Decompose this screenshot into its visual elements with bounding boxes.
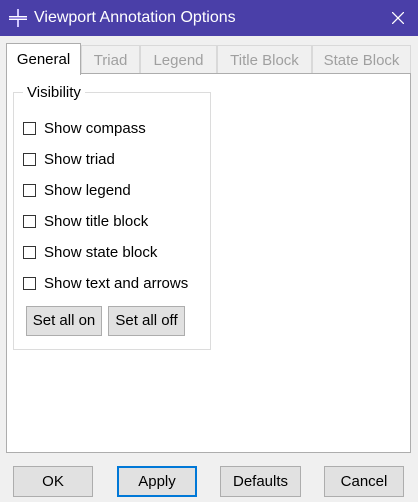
defaults-button[interactable]: Defaults bbox=[220, 466, 301, 497]
title-bar: Viewport Annotation Options bbox=[0, 0, 418, 36]
show-triad-checkbox[interactable]: Show triad bbox=[23, 149, 115, 169]
tab-state-block[interactable]: State Block bbox=[312, 45, 411, 74]
ok-button[interactable]: OK bbox=[13, 466, 93, 497]
checkbox-label: Show title block bbox=[44, 212, 149, 230]
cancel-button[interactable]: Cancel bbox=[324, 466, 404, 497]
close-icon bbox=[392, 12, 404, 24]
app-icon bbox=[9, 9, 27, 27]
visibility-group-label: Visibility bbox=[23, 84, 85, 102]
set-all-off-button[interactable]: Set all off bbox=[108, 306, 185, 336]
checkbox-box[interactable] bbox=[23, 183, 36, 197]
apply-button[interactable]: Apply bbox=[117, 466, 197, 497]
checkbox-label: Show compass bbox=[44, 119, 146, 137]
checkbox-box[interactable] bbox=[23, 152, 36, 166]
set-all-on-button[interactable]: Set all on bbox=[26, 306, 102, 336]
show-legend-checkbox[interactable]: Show legend bbox=[23, 180, 131, 200]
close-button[interactable] bbox=[378, 0, 418, 36]
checkbox-box[interactable] bbox=[23, 214, 36, 228]
checkbox-label: Show legend bbox=[44, 181, 131, 199]
show-title-block-checkbox[interactable]: Show title block bbox=[23, 211, 148, 231]
checkbox-label: Show triad bbox=[44, 150, 115, 168]
tab-general[interactable]: General bbox=[6, 43, 81, 75]
visibility-group: Visibility Show compass Show triad Show … bbox=[13, 84, 211, 350]
tab-triad[interactable]: Triad bbox=[81, 45, 140, 74]
show-state-block-checkbox[interactable]: Show state block bbox=[23, 242, 157, 262]
window-title: Viewport Annotation Options bbox=[34, 9, 236, 26]
checkbox-label: Show state block bbox=[44, 243, 158, 261]
general-tab-panel: Visibility Show compass Show triad Show … bbox=[6, 73, 411, 453]
show-compass-checkbox[interactable]: Show compass bbox=[23, 118, 146, 138]
tab-strip: General Triad Legend Title Block State B… bbox=[6, 43, 411, 75]
tab-legend[interactable]: Legend bbox=[140, 45, 217, 74]
checkbox-box[interactable] bbox=[23, 245, 36, 259]
tab-title-block[interactable]: Title Block bbox=[217, 45, 312, 74]
checkbox-box[interactable] bbox=[23, 121, 36, 135]
checkbox-label: Show text and arrows bbox=[44, 274, 189, 292]
checkbox-box[interactable] bbox=[23, 276, 36, 290]
show-text-and-arrows-checkbox[interactable]: Show text and arrows bbox=[23, 273, 188, 293]
